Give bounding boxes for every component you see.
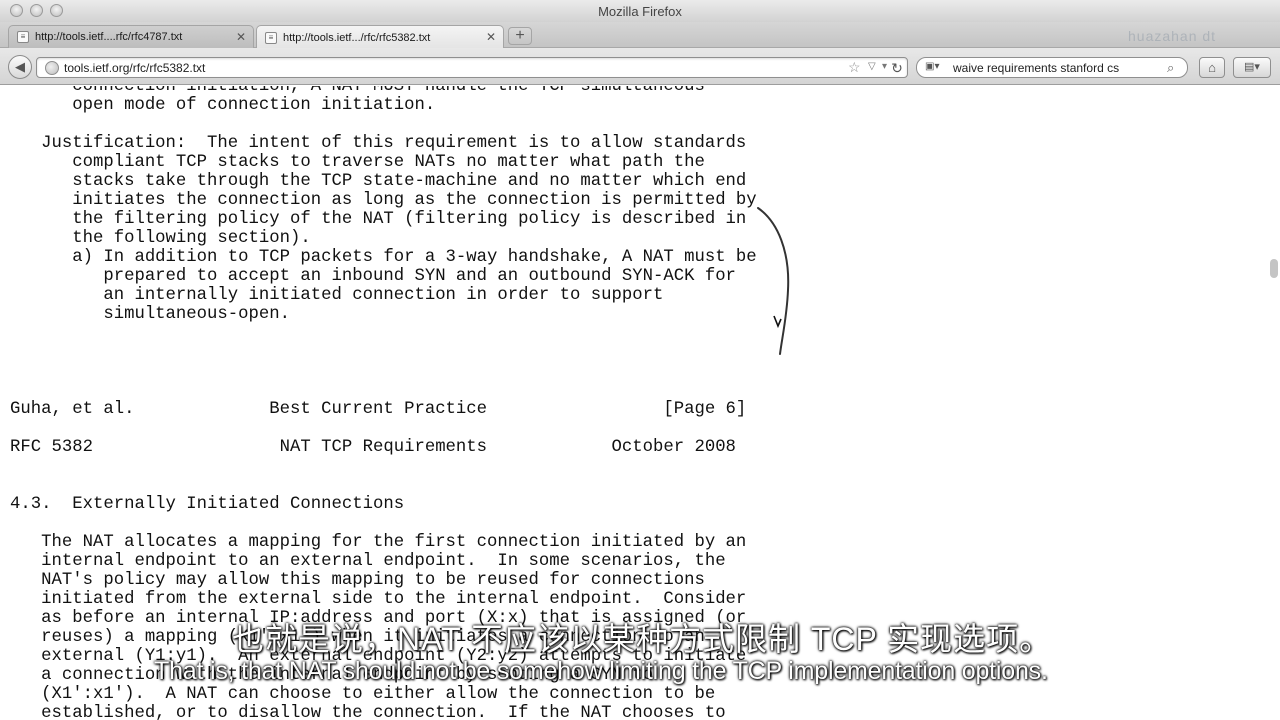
vertical-scrollbar[interactable] xyxy=(1268,86,1280,720)
globe-icon xyxy=(45,61,59,75)
document-line: stacks take through the TCP state-machin… xyxy=(10,172,747,191)
url-bar[interactable]: tools.ietf.org/rfc/rfc5382.txt ☆ ▽ ▾ xyxy=(36,57,908,78)
document-line: the following section). xyxy=(10,229,311,248)
page-icon: ≡ xyxy=(265,31,277,44)
reload-icon[interactable]: ↻ xyxy=(886,59,908,77)
document-line: initiates the connection as long as the … xyxy=(10,191,757,210)
document-line: the filtering policy of the NAT (filteri… xyxy=(10,210,747,229)
document-line: simultaneous-open. xyxy=(10,305,291,324)
navigation-bar: ◀ tools.ietf.org/rfc/rfc5382.txt ☆ ▽ ▾ ↻… xyxy=(0,48,1280,85)
pen-annotation-stroke xyxy=(757,207,790,355)
url-text[interactable]: tools.ietf.org/rfc/rfc5382.txt xyxy=(64,61,205,75)
chevron-down-icon[interactable]: ▽ xyxy=(868,61,876,72)
document-line: a) In addition to TCP packets for a 3-wa… xyxy=(10,248,757,267)
document-line: compliant TCP stacks to traverse NATs no… xyxy=(10,153,705,172)
search-bar[interactable]: ▣▾ waive requirements stanford cs ⌕ xyxy=(916,57,1188,78)
document-line: Justification: The intent of this requir… xyxy=(10,134,747,153)
document-line: connection initiation, A NAT MUST handle… xyxy=(10,86,716,96)
page-icon: ≡ xyxy=(17,31,29,43)
star-icon[interactable]: ☆ xyxy=(848,59,861,76)
search-engine-icon[interactable]: ▣▾ xyxy=(925,61,947,75)
document-line: The NAT allocates a mapping for the firs… xyxy=(10,533,747,552)
home-icon: ⌂ xyxy=(1208,60,1216,75)
document-line: prepared to accept an inbound SYN and an… xyxy=(10,267,736,286)
tab-rfc4787[interactable]: ≡ http://tools.ietf....rfc/rfc4787.txt ✕ xyxy=(8,25,254,48)
document-line: an internally initiated connection in or… xyxy=(10,286,664,305)
document-line: 4.3. Externally Initiated Connections xyxy=(10,495,405,514)
bookmarks-button[interactable]: ▤▾ xyxy=(1233,57,1271,78)
tab-bar: ≡ http://tools.ietf....rfc/rfc4787.txt ✕… xyxy=(0,22,1280,49)
search-icon[interactable]: ⌕ xyxy=(1167,60,1174,76)
home-button[interactable]: ⌂ xyxy=(1199,57,1225,78)
tab-label: http://tools.ietf....rfc/rfc4787.txt xyxy=(35,31,183,43)
document-line: open mode of connection initiation. xyxy=(10,96,436,115)
watermark: huazahan dt xyxy=(1128,28,1217,44)
document-line: internal endpoint to an external endpoin… xyxy=(10,552,726,571)
scrollbar-thumb[interactable] xyxy=(1270,259,1278,278)
document-line: RFC 5382 NAT TCP Requirements October 20… xyxy=(10,438,736,457)
document-line: established, or to disallow the connecti… xyxy=(10,704,726,720)
new-tab-button[interactable]: + xyxy=(508,27,532,45)
bookmarks-icon: ▤▾ xyxy=(1244,61,1260,73)
close-tab-icon[interactable]: ✕ xyxy=(236,30,246,44)
arrow-left-icon: ◀ xyxy=(15,59,25,74)
document-line: Guha, et al. Best Current Practice [Page… xyxy=(10,400,747,419)
window-title: Mozilla Firefox xyxy=(598,4,682,19)
back-button[interactable]: ◀ xyxy=(8,55,32,79)
close-tab-icon[interactable]: ✕ xyxy=(486,30,496,44)
subtitle-chinese: 也就是说，NAT 不应该以某种方式限制 TCP 实现选项。 xyxy=(232,621,1053,657)
search-input[interactable]: waive requirements stanford cs xyxy=(953,61,1119,75)
tab-label: http://tools.ietf.../rfc/rfc5382.txt xyxy=(283,31,431,44)
document-line: (X1':x1'). A NAT can choose to either al… xyxy=(10,685,716,704)
subtitle-english: That is, that NAT should not be somehow … xyxy=(154,657,1048,685)
title-bar: Mozilla Firefox xyxy=(0,0,1280,22)
tab-rfc5382[interactable]: ≡ http://tools.ietf.../rfc/rfc5382.txt ✕ xyxy=(256,25,504,49)
document-line: initiated from the external side to the … xyxy=(10,590,747,609)
document-line: NAT's policy may allow this mapping to b… xyxy=(10,571,705,590)
